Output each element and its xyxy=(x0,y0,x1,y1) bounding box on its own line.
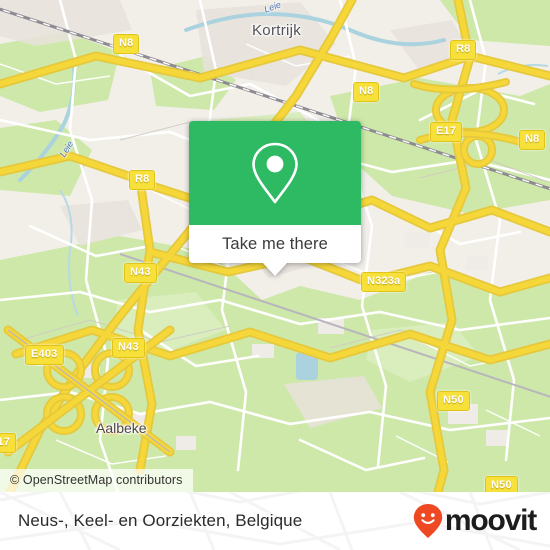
road-shield-n8: N8 xyxy=(519,130,546,150)
moovit-map-screenshot: Kortrijk Aalbeke Leie Leie N8 N8 N8 R8 R… xyxy=(0,0,550,550)
road-shield-n50: N50 xyxy=(485,476,518,492)
road-shield-n323a: N323a xyxy=(361,272,407,292)
road-shield-n43: N43 xyxy=(112,338,145,358)
moovit-logo[interactable]: moovit xyxy=(412,503,537,539)
map-pin-icon xyxy=(252,142,298,204)
road-shield-n43: N43 xyxy=(124,263,157,283)
moovit-smiley-pin-icon xyxy=(413,504,443,538)
footer-content: Neus-, Keel- en Oorziekten, Belgique moo… xyxy=(0,492,550,550)
road-shield-n50: N50 xyxy=(437,391,470,411)
map-canvas[interactable]: Kortrijk Aalbeke Leie Leie N8 N8 N8 R8 R… xyxy=(0,0,550,492)
popup-image-area xyxy=(189,121,361,225)
road-shield-n8: N8 xyxy=(353,82,380,102)
road-shield-r8: R8 xyxy=(129,170,156,190)
footer-bar: Neus-, Keel- en Oorziekten, Belgique moo… xyxy=(0,492,550,550)
popup-pointer-tail xyxy=(262,262,288,276)
place-title: Neus-, Keel- en Oorziekten, Belgique xyxy=(18,511,303,530)
moovit-wordmark: moovit xyxy=(444,504,537,537)
road-shield-n8: N8 xyxy=(113,34,140,54)
osm-attribution[interactable]: © OpenStreetMap contributors xyxy=(0,469,193,492)
take-me-there-label: Take me there xyxy=(222,234,328,253)
popup-cta-area[interactable]: Take me there xyxy=(189,225,361,263)
location-popup-card[interactable]: Take me there xyxy=(189,121,361,276)
road-shield-e403: E403 xyxy=(25,345,64,365)
road-shield-e17: E17 xyxy=(430,122,463,142)
road-shield-r8: R8 xyxy=(450,40,477,60)
road-shield-e17: E17 xyxy=(0,433,17,453)
